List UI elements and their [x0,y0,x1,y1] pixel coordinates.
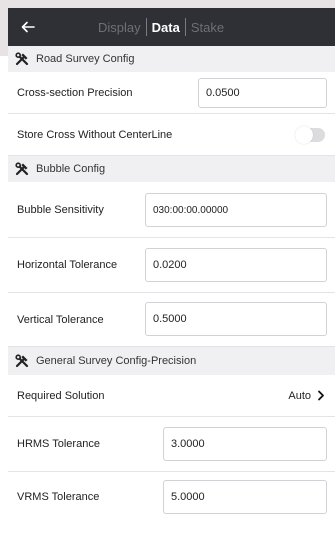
hrms-tolerance-input[interactable]: 3.0000 [163,427,327,461]
required-solution-text: Auto [288,389,311,402]
tools-icon [15,354,29,368]
section-title: Road Survey Config [36,53,135,65]
tab-data[interactable]: Data [147,20,185,35]
horizontal-tolerance-label: Horizontal Tolerance [17,259,118,271]
required-solution-label: Required Solution [17,389,105,402]
tools-icon [15,162,29,176]
bubble-sensitivity-input[interactable]: 030:00:00.00000 [145,193,327,227]
vertical-tolerance-input[interactable]: 0.5000 [145,302,327,336]
section-title: General Survey Config-Precision [36,355,197,367]
hrms-tolerance-row: HRMS Tolerance 3.0000 [8,417,335,472]
tab-bar: Display Data Stake [93,8,229,46]
header-bar: Display Data Stake [8,8,335,46]
vrms-tolerance-row: VRMS Tolerance 5.0000 [8,472,335,522]
vrms-tolerance-input[interactable]: 5.0000 [163,480,327,514]
bubble-sensitivity-row: Bubble Sensitivity 030:00:00.00000 [8,182,335,238]
section-road-survey-config: Road Survey Config [8,46,335,72]
bubble-sensitivity-label: Bubble Sensitivity [17,203,104,216]
settings-screen: Display Data Stake Road Survey Config Cr… [8,8,335,537]
toggle-knob [295,125,313,144]
vertical-tolerance-row: Vertical Tolerance 0.5000 [8,293,335,347]
chevron-right-icon [317,390,325,401]
horizontal-tolerance-input[interactable]: 0.0200 [145,248,327,282]
required-solution-value[interactable]: Auto [288,390,325,402]
back-arrow-icon[interactable] [18,17,38,37]
cross-section-precision-row: Cross-section Precision 0.0500 [8,72,335,114]
section-general-survey-config: General Survey Config-Precision [8,347,335,375]
store-cross-label: Store Cross Without CenterLine [17,128,173,141]
store-cross-row: Store Cross Without CenterLine [8,114,335,156]
section-bubble-config: Bubble Config [8,156,335,182]
vertical-tolerance-label: Vertical Tolerance [17,313,104,326]
horizontal-tolerance-row: Horizontal Tolerance 0.0200 [8,238,335,293]
required-solution-row[interactable]: Required Solution Auto [8,375,335,417]
tools-icon [15,52,29,66]
vrms-tolerance-label: VRMS Tolerance [17,491,100,503]
store-cross-toggle[interactable] [295,125,325,144]
hrms-tolerance-label: HRMS Tolerance [17,438,100,450]
cross-section-precision-input[interactable]: 0.0500 [198,78,327,108]
section-title: Bubble Config [36,163,106,175]
tab-stake[interactable]: Stake [186,20,229,35]
tab-display[interactable]: Display [93,20,146,35]
cross-section-precision-label: Cross-section Precision [17,86,133,99]
